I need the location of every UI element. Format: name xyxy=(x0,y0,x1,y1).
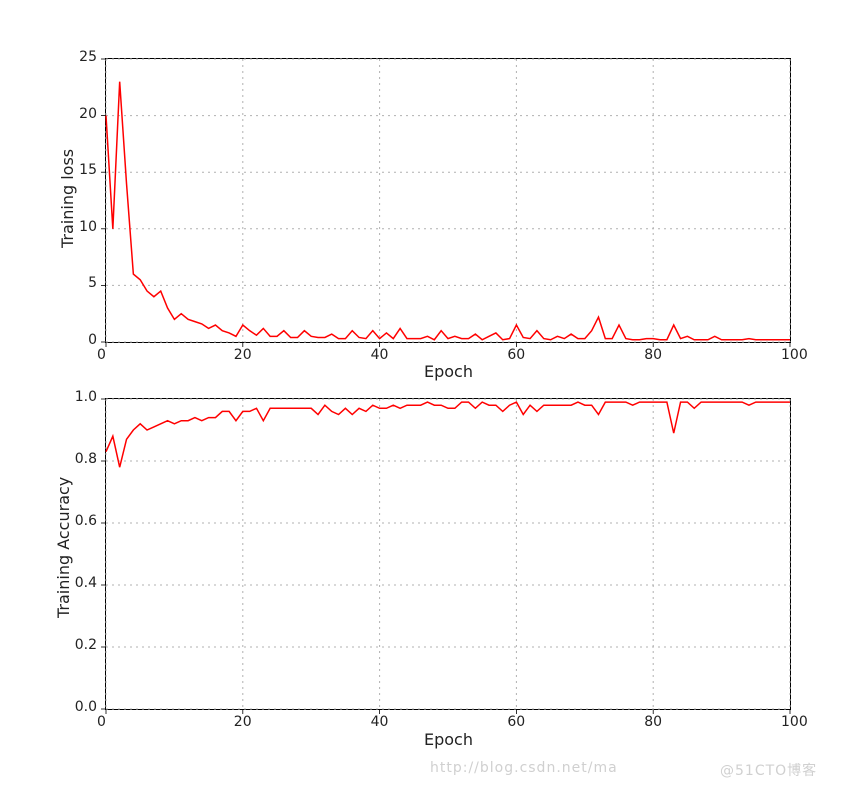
xtick-label: 80 xyxy=(644,714,662,730)
figure: Training loss Epoch Training Accuracy Ep… xyxy=(0,0,842,797)
xtick-label: 20 xyxy=(234,347,252,363)
ytick-label: 0 xyxy=(88,332,97,348)
xtick-label: 0 xyxy=(97,347,106,363)
xtick-label: 40 xyxy=(371,347,389,363)
plot-area-loss xyxy=(106,59,790,342)
plot-area-accuracy xyxy=(106,399,790,709)
watermark-url: http://blog.csdn.net/ma xyxy=(430,760,618,776)
ytick-label: 0.8 xyxy=(75,451,97,467)
ytick-label: 25 xyxy=(79,49,97,65)
ytick-label: 5 xyxy=(88,275,97,291)
xtick-label: 40 xyxy=(371,714,389,730)
watermark-badge: @51CTO博客 xyxy=(720,760,817,780)
xtick-label: 0 xyxy=(97,714,106,730)
ylabel-accuracy: Training Accuracy xyxy=(54,477,73,618)
ytick-label: 1.0 xyxy=(75,389,97,405)
ytick-label: 0.0 xyxy=(75,699,97,715)
chart-training-loss xyxy=(105,58,791,343)
xtick-label: 100 xyxy=(781,347,808,363)
ytick-label: 15 xyxy=(79,162,97,178)
ytick-label: 0.2 xyxy=(75,637,97,653)
ytick-label: 0.6 xyxy=(75,513,97,529)
xlabel-loss: Epoch xyxy=(424,362,473,381)
xtick-label: 80 xyxy=(644,347,662,363)
ylabel-loss: Training loss xyxy=(58,149,77,248)
chart-training-accuracy xyxy=(105,398,791,710)
ytick-label: 20 xyxy=(79,106,97,122)
xtick-label: 60 xyxy=(507,714,525,730)
xlabel-accuracy: Epoch xyxy=(424,730,473,749)
ytick-label: 10 xyxy=(79,219,97,235)
ytick-label: 0.4 xyxy=(75,575,97,591)
xtick-label: 100 xyxy=(781,714,808,730)
xtick-label: 20 xyxy=(234,714,252,730)
xtick-label: 60 xyxy=(507,347,525,363)
